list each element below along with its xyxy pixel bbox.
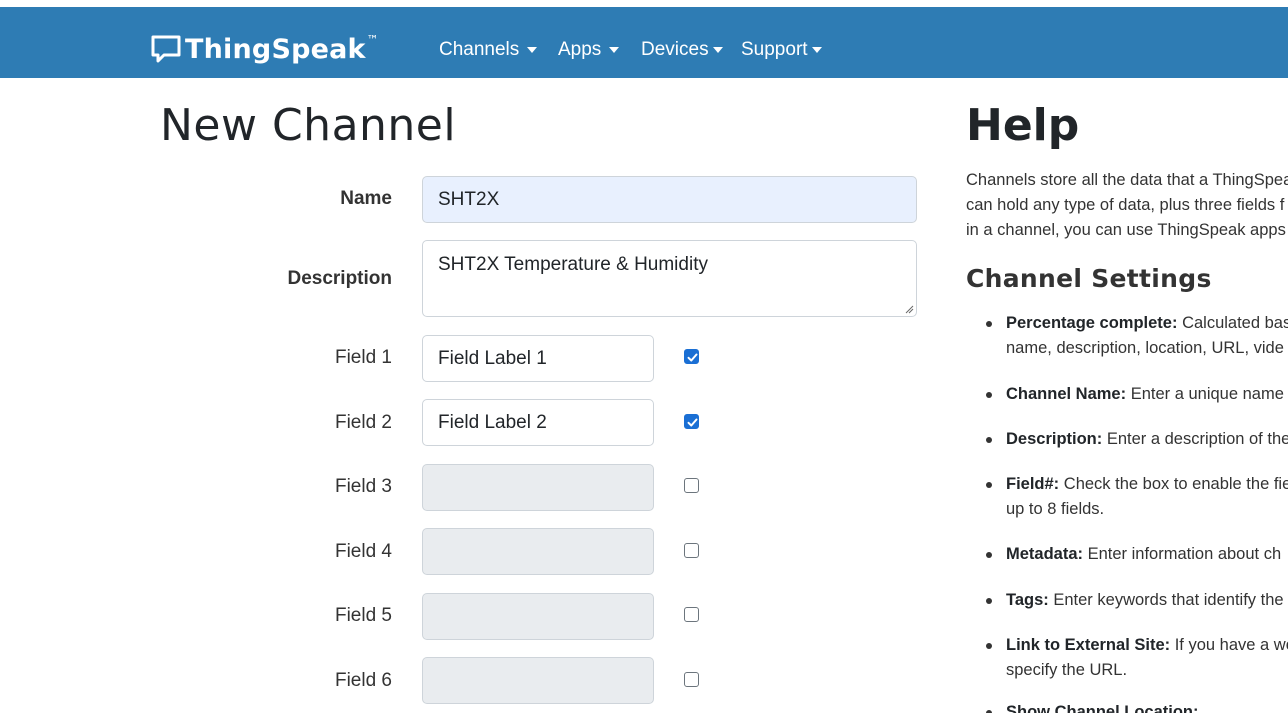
field-2-input[interactable]: Field Label 2 bbox=[422, 399, 654, 446]
help-paragraph-line: can hold any type of data, plus three fi… bbox=[966, 196, 1285, 214]
field-5-checkbox[interactable] bbox=[684, 607, 699, 622]
help-title: Help bbox=[966, 100, 1080, 151]
field-5-input[interactable] bbox=[422, 593, 654, 640]
help-term: Description: bbox=[1006, 430, 1103, 448]
help-paragraph-line: in a channel, you can use ThingSpeak app… bbox=[966, 221, 1286, 239]
field-6-input[interactable] bbox=[422, 657, 654, 704]
description-value: SHT2X Temperature & Humidity bbox=[438, 254, 708, 275]
help-desc: up to 8 fields. bbox=[1006, 500, 1105, 518]
channel-settings-heading: Channel Settings bbox=[966, 264, 1212, 293]
name-input-value: SHT2X bbox=[438, 188, 500, 210]
bullet-icon bbox=[986, 598, 992, 604]
field-6-label: Field 6 bbox=[334, 670, 392, 691]
help-desc: Enter a description of the bbox=[1102, 430, 1288, 448]
help-desc: Calculated base bbox=[1182, 314, 1288, 332]
help-term: Show Channel Location: bbox=[1006, 703, 1199, 713]
checkmark-icon bbox=[687, 353, 698, 362]
field-3-checkbox[interactable] bbox=[684, 478, 699, 493]
help-term: Channel Name: bbox=[1006, 385, 1127, 403]
field-2-checkbox[interactable] bbox=[684, 414, 699, 429]
help-desc: Enter a unique name f bbox=[1126, 385, 1288, 403]
bullet-icon bbox=[986, 643, 992, 649]
help-desc: Check the box to enable the fie bbox=[1059, 475, 1288, 493]
bullet-icon bbox=[986, 392, 992, 398]
chat-bubble-icon bbox=[151, 35, 181, 63]
field-2-value: Field Label 2 bbox=[438, 411, 547, 433]
field-5-label: Field 5 bbox=[334, 605, 392, 626]
help-desc: Enter keywords that identify the bbox=[1048, 591, 1284, 609]
nav-apps-label: Apps bbox=[558, 39, 602, 60]
help-term: Field#: bbox=[1006, 475, 1060, 493]
description-label: Description bbox=[287, 268, 392, 289]
field-4-checkbox[interactable] bbox=[684, 543, 699, 558]
name-label: Name bbox=[340, 188, 392, 209]
caret-down-icon bbox=[811, 47, 822, 53]
description-textarea[interactable]: SHT2X Temperature & Humidity bbox=[422, 240, 917, 317]
field-4-input[interactable] bbox=[422, 528, 654, 575]
help-desc: If you have a web bbox=[1174, 636, 1288, 654]
caret-down-icon bbox=[527, 47, 538, 53]
nav-channels[interactable]: Channels bbox=[439, 33, 538, 67]
field-1-label: Field 1 bbox=[334, 347, 392, 368]
checkmark-icon bbox=[687, 418, 698, 427]
page-title: New Channel bbox=[160, 100, 457, 151]
help-term: Metadata: bbox=[1006, 545, 1084, 563]
nav-apps[interactable]: Apps bbox=[558, 33, 620, 67]
caret-down-icon bbox=[712, 47, 723, 53]
field-2-label: Field 2 bbox=[334, 412, 392, 433]
nav-devices-label: Devices bbox=[641, 39, 709, 60]
field-3-label: Field 3 bbox=[334, 476, 392, 497]
help-term: Tags: bbox=[1006, 591, 1049, 609]
help-term: Link to External Site: bbox=[1006, 636, 1171, 654]
field-1-input[interactable]: Field Label 1 bbox=[422, 335, 654, 382]
nav-support[interactable]: Support bbox=[741, 33, 822, 67]
help-paragraph-line: Channels store all the data that a Thing… bbox=[966, 171, 1288, 189]
field-4-label: Field 4 bbox=[334, 541, 392, 562]
brand-logo[interactable]: ThingSpeak ™ bbox=[150, 31, 379, 67]
top-navbar: ThingSpeak ™ Channels Apps Devices Suppo… bbox=[0, 7, 1288, 78]
caret-down-icon bbox=[609, 47, 620, 53]
field-1-checkbox[interactable] bbox=[684, 349, 699, 364]
brand-name: ThingSpeak bbox=[185, 33, 366, 65]
nav-channels-label: Channels bbox=[439, 39, 520, 60]
bullet-icon bbox=[986, 437, 992, 443]
help-desc: specify the URL. bbox=[1006, 661, 1128, 679]
name-input[interactable]: SHT2X bbox=[422, 176, 917, 223]
bullet-icon bbox=[986, 482, 992, 488]
top-strip bbox=[0, 0, 1288, 7]
bullet-icon bbox=[986, 321, 992, 327]
nav-support-label: Support bbox=[741, 39, 808, 60]
nav-devices[interactable]: Devices bbox=[641, 33, 723, 67]
field-6-checkbox[interactable] bbox=[684, 672, 699, 687]
bullet-icon bbox=[986, 552, 992, 558]
help-desc: name, description, location, URL, vide bbox=[1006, 339, 1284, 357]
field-1-value: Field Label 1 bbox=[438, 347, 547, 369]
brand-trademark: ™ bbox=[366, 33, 379, 47]
field-3-input[interactable] bbox=[422, 464, 654, 511]
help-term: Percentage complete: bbox=[1006, 314, 1178, 332]
help-desc: Enter information about ch bbox=[1083, 545, 1282, 563]
resize-handle-icon[interactable] bbox=[904, 304, 914, 314]
